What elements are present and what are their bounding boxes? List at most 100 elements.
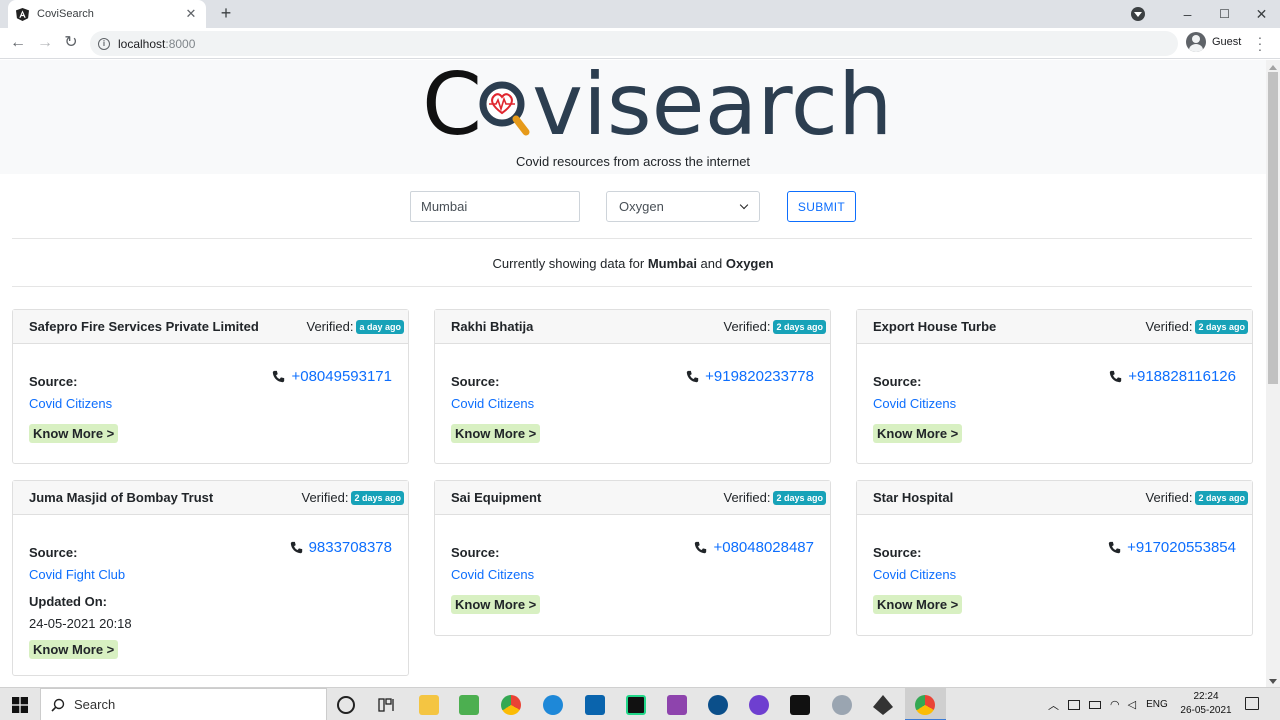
resource-card: Sai Equipment Verified: 2 days ago +0804… [434,480,831,636]
verified-badge: a day ago [356,319,404,334]
chrome-active-icon[interactable] [915,695,935,715]
source-link[interactable]: Covid Citizens [873,567,1236,582]
task-view-icon[interactable] [377,695,397,715]
language-indicator[interactable]: ENG [1146,699,1168,710]
resource-card: Juma Masjid of Bombay Trust Verified: 2 … [12,480,409,676]
know-more-button[interactable]: Know More > [873,424,963,443]
scroll-up-arrow-icon[interactable] [1269,65,1277,70]
browser-tab[interactable]: CoviSearch ✕ [8,0,206,28]
verified-badge: 2 days ago [1195,319,1248,334]
city-input[interactable] [410,191,580,222]
angular-favicon-icon [16,7,29,21]
know-more-button[interactable]: Know More > [29,424,119,443]
app-icon[interactable] [708,695,728,715]
system-tray: ︿ ◠ ◁ ENG [1048,688,1168,720]
tab-strip: CoviSearch ✕ + – ☐ ✕ [0,0,1280,28]
card-title: Rakhi Bhatija [451,319,534,334]
edge-icon[interactable] [543,695,563,715]
phone-link[interactable]: 9833708378 [290,539,392,556]
submit-button[interactable]: SUBMIT [787,191,856,222]
updated-label: Updated On: [29,594,107,609]
profile-label: Guest [1212,36,1242,48]
taskbar-search-placeholder: Search [74,697,116,712]
browser-menu-icon[interactable]: · · · [1256,30,1264,56]
chrome-icon[interactable] [501,695,521,715]
know-more-button[interactable]: Know More > [451,595,541,614]
scroll-thumb[interactable] [1268,72,1278,384]
card-body: +08049593171 Source: Covid Citizens Know… [13,344,408,443]
cortana-icon[interactable] [337,696,355,714]
phone-link[interactable]: +917020553854 [1108,539,1236,556]
battery-icon[interactable] [1089,700,1101,709]
resource-card: Star Hospital Verified: 2 days ago +9170… [856,480,1253,636]
phone-icon [1110,370,1122,383]
verified-label: Verified: [723,490,771,505]
back-button[interactable]: ← [8,33,28,53]
phone-icon [686,370,699,383]
phone-number: +917020553854 [1127,539,1236,556]
terminal-icon[interactable] [790,695,810,715]
phone-link[interactable]: +08049593171 [272,368,392,385]
app-icon[interactable] [832,695,852,715]
pycharm-icon[interactable] [626,695,646,715]
source-link[interactable]: Covid Citizens [29,396,392,411]
wifi-icon[interactable]: ◠ [1110,698,1120,711]
windows-start-icon[interactable] [12,697,28,713]
mail-icon[interactable] [585,695,605,715]
card-body: +917020553854 Source: Covid Citizens Kno… [857,515,1252,614]
source-link[interactable]: Covid Fight Club [29,567,392,582]
know-more-button[interactable]: Know More > [451,424,541,443]
search-form: Oxygen SUBMIT [0,191,1266,223]
know-more-button[interactable]: Know More > [873,595,963,614]
phone-link[interactable]: +919820233778 [686,368,814,385]
card-title: Sai Equipment [451,490,542,505]
scroll-down-arrow-icon[interactable] [1269,679,1277,684]
page-scrollbar[interactable] [1266,60,1280,687]
reload-button[interactable]: ↻ [61,33,81,53]
taskbar-search-box[interactable]: Search [40,688,327,720]
file-explorer-icon[interactable] [419,695,439,715]
logo-letter-c: C [422,60,483,155]
profile-button[interactable]: Guest [1186,32,1241,52]
phone-link[interactable]: +08048028487 [694,539,814,556]
close-window-button[interactable]: ✕ [1243,6,1280,23]
chevron-up-icon[interactable]: ︿ [1048,697,1059,713]
updated-value: 24-05-2021 20:18 [29,616,132,631]
network-icon[interactable] [1068,699,1080,710]
verified-label: Verified: [723,319,771,334]
status-joiner: and [696,256,726,271]
site-info-icon[interactable]: i [98,37,110,50]
maximize-button[interactable]: ☐ [1206,7,1243,21]
tab-search-icon[interactable] [1131,7,1145,21]
know-more-button[interactable]: Know More > [29,640,119,659]
spreadsheet-icon[interactable] [459,695,479,715]
verified-badge: 2 days ago [351,490,404,505]
phone-number: +08049593171 [291,368,392,385]
volume-icon[interactable]: ◁ [1128,698,1136,711]
phone-icon [290,541,302,554]
github-icon[interactable] [749,695,769,715]
source-link[interactable]: Covid Citizens [451,396,814,411]
card-title: Export House Turbe [873,319,997,334]
address-bar[interactable]: i localhost:8000 [90,31,1178,56]
source-link[interactable]: Covid Citizens [873,396,1236,411]
minimize-button[interactable]: – [1169,6,1206,22]
visual-studio-icon[interactable] [667,695,687,715]
app-icon[interactable] [873,695,893,715]
tab-close-icon[interactable]: ✕ [184,6,198,22]
notification-center-icon[interactable] [1245,697,1259,710]
taskbar-clock[interactable]: 22:24 26-05-2021 [1178,690,1234,718]
forward-button[interactable]: → [35,33,55,53]
card-title: Star Hospital [873,490,954,505]
status-prefix: Currently showing data for [492,256,648,271]
source-link[interactable]: Covid Citizens [451,567,814,582]
phone-link[interactable]: +918828116126 [1109,368,1236,385]
resource-card: Rakhi Bhatija Verified: 2 days ago +9198… [434,309,831,464]
resource-select[interactable]: Oxygen [606,191,760,222]
card-header: Safepro Fire Services Private Limited Ve… [13,310,408,344]
hero-banner: Cvisearch Covid resources from across th… [0,60,1266,174]
card-title: Juma Masjid of Bombay Trust [29,490,214,505]
new-tab-button[interactable]: + [216,3,236,23]
clock-date: 26-05-2021 [1180,705,1232,716]
status-city: Mumbai [647,256,697,271]
